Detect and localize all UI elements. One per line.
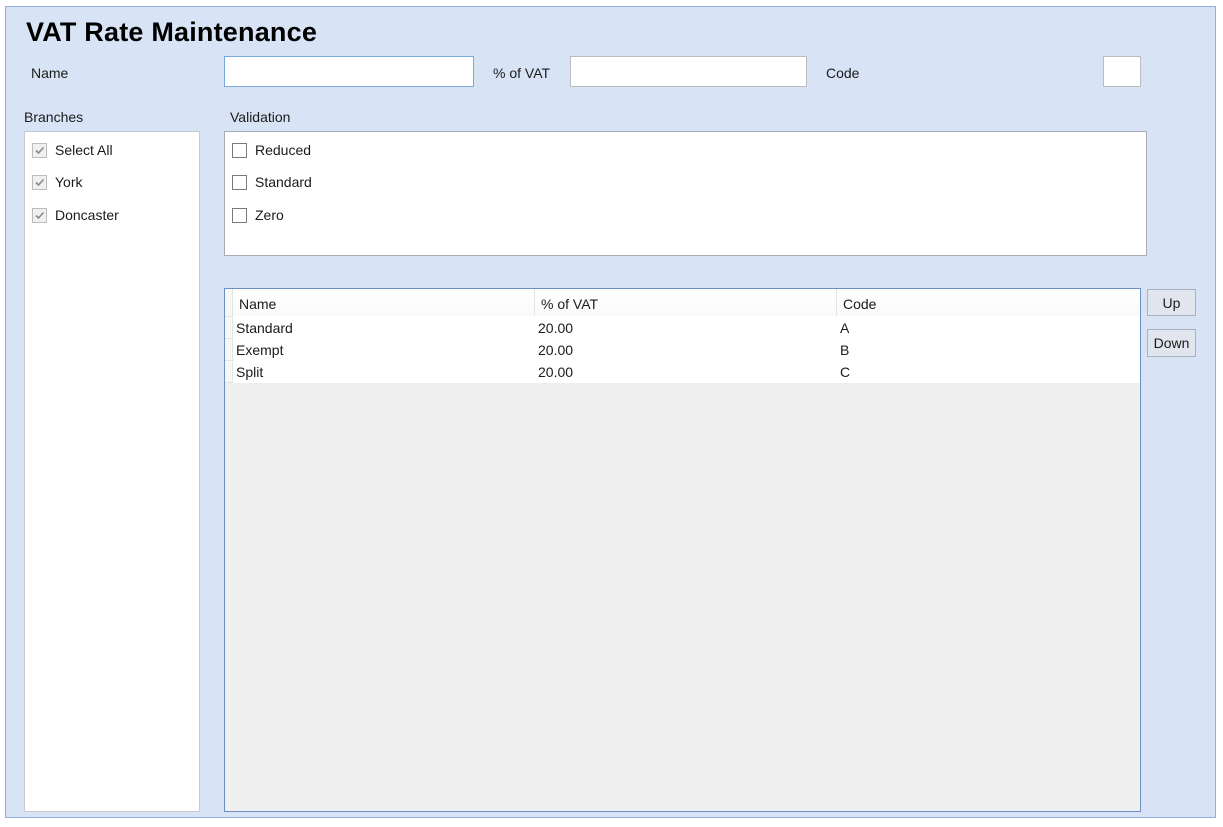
name-input[interactable] xyxy=(224,56,474,87)
column-header-vat[interactable]: % of VAT xyxy=(535,289,837,316)
validation-item-label: Standard xyxy=(255,174,312,190)
cell-code: B xyxy=(840,342,850,358)
branch-item-select-all[interactable]: Select All xyxy=(32,140,113,160)
grid-corner xyxy=(225,289,233,317)
checkbox-checked-icon[interactable] xyxy=(32,174,47,190)
cell-code: A xyxy=(840,320,850,336)
page-title: VAT Rate Maintenance xyxy=(26,17,318,47)
column-header-name[interactable]: Name xyxy=(233,289,535,316)
cell-vat: 20.00 xyxy=(538,364,574,380)
branch-item-label: Select All xyxy=(55,142,113,158)
cell-name: Standard xyxy=(236,320,293,336)
code-input[interactable] xyxy=(1103,56,1141,87)
vat-input[interactable] xyxy=(570,56,807,87)
cell-vat: 20.00 xyxy=(538,342,574,358)
checkbox-unchecked-icon[interactable] xyxy=(232,174,247,190)
checkbox-unchecked-icon[interactable] xyxy=(232,142,247,158)
checkbox-checked-icon[interactable] xyxy=(32,142,47,158)
validation-item-label: Zero xyxy=(255,207,284,223)
validation-item-zero[interactable]: Zero xyxy=(232,205,284,225)
validation-item-label: Reduced xyxy=(255,142,312,158)
name-label: Name xyxy=(31,65,69,81)
checkbox-checked-icon[interactable] xyxy=(32,207,47,223)
branch-item-label: Doncaster xyxy=(55,207,119,223)
vat-label: % of VAT xyxy=(493,65,551,81)
table-row[interactable]: Exempt 20.00 B xyxy=(233,339,1140,361)
table-row[interactable]: Standard 20.00 A xyxy=(233,317,1140,339)
branch-item-doncaster[interactable]: Doncaster xyxy=(32,205,119,225)
row-header[interactable] xyxy=(225,317,233,339)
vat-rate-window: VAT Rate Maintenance Name % of VAT Code … xyxy=(5,6,1216,818)
branch-item-york[interactable]: York xyxy=(32,172,83,192)
cell-vat: 20.00 xyxy=(538,320,574,336)
cell-name: Exempt xyxy=(236,342,284,358)
validation-item-standard[interactable]: Standard xyxy=(232,172,312,192)
branches-label: Branches xyxy=(24,109,84,125)
row-header[interactable] xyxy=(225,339,233,361)
code-label: Code xyxy=(826,65,860,81)
branches-list: Select All York Doncaster xyxy=(24,131,200,812)
grid-header: Name % of VAT Code xyxy=(233,289,1140,318)
cell-name: Split xyxy=(236,364,264,380)
table-row[interactable]: Split 20.00 C xyxy=(233,361,1140,383)
row-header[interactable] xyxy=(225,361,233,383)
down-button[interactable]: Down xyxy=(1147,329,1196,357)
validation-list: Reduced Standard Zero xyxy=(224,131,1147,256)
column-header-code[interactable]: Code xyxy=(837,289,1140,316)
up-button[interactable]: Up xyxy=(1147,289,1196,316)
checkbox-unchecked-icon[interactable] xyxy=(232,207,247,223)
cell-code: C xyxy=(840,364,851,380)
validation-item-reduced[interactable]: Reduced xyxy=(232,140,311,160)
validation-label: Validation xyxy=(230,109,291,125)
vat-rates-grid[interactable]: Name % of VAT Code Standard 20.00 A Exem… xyxy=(224,288,1141,812)
branch-item-label: York xyxy=(55,174,83,190)
